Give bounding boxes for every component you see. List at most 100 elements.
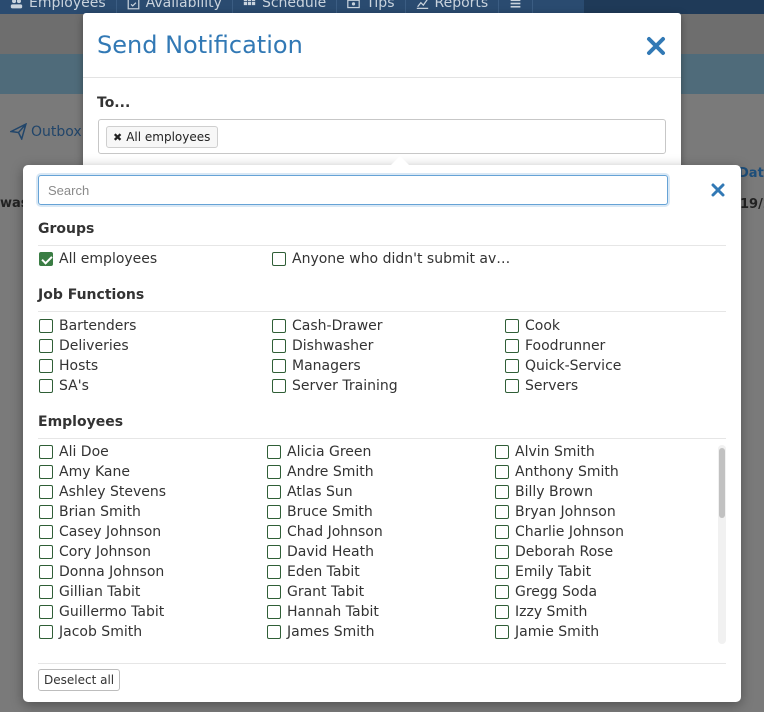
close-icon[interactable] bbox=[711, 183, 725, 197]
checkbox[interactable] bbox=[267, 485, 281, 499]
job-function-option[interactable]: SA's bbox=[39, 378, 89, 394]
checkbox[interactable] bbox=[267, 625, 281, 639]
checkbox[interactable] bbox=[39, 319, 53, 333]
employee-option[interactable]: Donna Johnson bbox=[39, 564, 164, 580]
employee-option[interactable]: Billy Brown bbox=[495, 484, 593, 500]
job-function-option[interactable]: Deliveries bbox=[39, 338, 129, 354]
employee-option[interactable]: Gregg Soda bbox=[495, 584, 597, 600]
job-function-option[interactable]: Dishwasher bbox=[272, 338, 373, 354]
checkbox[interactable] bbox=[272, 319, 286, 333]
checkbox[interactable] bbox=[39, 605, 53, 619]
checkbox[interactable] bbox=[495, 625, 509, 639]
employee-option[interactable]: Cory Johnson bbox=[39, 544, 151, 560]
employee-option[interactable]: David Heath bbox=[267, 544, 374, 560]
employee-option[interactable]: Amy Kane bbox=[39, 464, 130, 480]
employee-option[interactable]: Atlas Sun bbox=[267, 484, 353, 500]
job-function-option[interactable]: Server Training bbox=[272, 378, 398, 394]
employee-option[interactable]: Anthony Smith bbox=[495, 464, 619, 480]
employee-option[interactable]: Andre Smith bbox=[267, 464, 374, 480]
employee-option[interactable]: Izzy Smith bbox=[495, 604, 587, 620]
checkbox[interactable] bbox=[39, 505, 53, 519]
employee-option[interactable]: Charlie Johnson bbox=[495, 524, 624, 540]
employee-option[interactable]: Deborah Rose bbox=[495, 544, 613, 560]
checkbox[interactable] bbox=[495, 605, 509, 619]
checkbox[interactable] bbox=[272, 379, 286, 393]
checkbox[interactable] bbox=[272, 359, 286, 373]
deselect-all-button[interactable]: Deselect all bbox=[38, 669, 121, 691]
employee-option[interactable]: James Smith bbox=[267, 624, 374, 640]
group-option[interactable]: All employees bbox=[39, 251, 157, 267]
checkbox[interactable] bbox=[272, 339, 286, 353]
nav-employees[interactable]: Employees bbox=[0, 0, 117, 14]
employee-option[interactable]: Hannah Tabit bbox=[267, 604, 379, 620]
checkbox[interactable] bbox=[39, 565, 53, 579]
job-function-option[interactable]: Foodrunner bbox=[505, 338, 605, 354]
employee-option[interactable]: Jamie Smith bbox=[495, 624, 599, 640]
checkbox[interactable] bbox=[39, 625, 53, 639]
outbox-link[interactable]: Outbox bbox=[10, 123, 82, 140]
employee-option[interactable]: Brian Smith bbox=[39, 504, 141, 520]
remove-token-icon[interactable]: ✖ bbox=[113, 131, 122, 144]
checkbox[interactable] bbox=[495, 485, 509, 499]
nav-reports[interactable]: Reports bbox=[406, 0, 500, 14]
checkbox[interactable] bbox=[495, 585, 509, 599]
checkbox[interactable] bbox=[495, 445, 509, 459]
nav-availability[interactable]: Availability bbox=[117, 0, 233, 14]
scrollbar-thumb[interactable] bbox=[719, 448, 725, 518]
group-option[interactable]: Anyone who didn't submit av… bbox=[272, 251, 510, 267]
checkbox[interactable] bbox=[495, 525, 509, 539]
employee-option[interactable]: Grant Tabit bbox=[267, 584, 364, 600]
employee-option[interactable]: Casey Johnson bbox=[39, 524, 161, 540]
nav-tips[interactable]: Tips bbox=[337, 0, 406, 14]
checkbox[interactable] bbox=[39, 585, 53, 599]
employee-option[interactable]: Guillermo Tabit bbox=[39, 604, 164, 620]
checkbox[interactable] bbox=[39, 339, 53, 353]
employee-option[interactable]: Bruce Smith bbox=[267, 504, 373, 520]
recipients-field[interactable]: ✖ All employees bbox=[98, 119, 666, 154]
employee-option[interactable]: Alvin Smith bbox=[495, 444, 595, 460]
employee-option[interactable]: Bryan Johnson bbox=[495, 504, 616, 520]
checkbox[interactable] bbox=[267, 565, 281, 579]
checkbox[interactable] bbox=[267, 545, 281, 559]
checkbox[interactable] bbox=[267, 465, 281, 479]
checkbox[interactable] bbox=[495, 465, 509, 479]
job-function-option[interactable]: Managers bbox=[272, 358, 361, 374]
employee-option[interactable]: Ali Doe bbox=[39, 444, 109, 460]
checkbox[interactable] bbox=[505, 319, 519, 333]
employee-option[interactable]: Emily Tabit bbox=[495, 564, 591, 580]
job-function-option[interactable]: Bartenders bbox=[39, 318, 136, 334]
checkbox[interactable] bbox=[272, 252, 286, 266]
checkbox[interactable] bbox=[39, 525, 53, 539]
employee-option[interactable]: Chad Johnson bbox=[267, 524, 383, 540]
job-function-option[interactable]: Quick-Service bbox=[505, 358, 621, 374]
employees-scrollbar[interactable] bbox=[718, 445, 726, 644]
nav-more-menu[interactable] bbox=[499, 0, 534, 14]
checkbox[interactable] bbox=[267, 445, 281, 459]
checkbox[interactable] bbox=[267, 505, 281, 519]
employee-option[interactable]: Ashley Stevens bbox=[39, 484, 166, 500]
checkbox[interactable] bbox=[495, 505, 509, 519]
checkbox[interactable] bbox=[495, 565, 509, 579]
checkbox[interactable] bbox=[267, 585, 281, 599]
job-function-option[interactable]: Cook bbox=[505, 318, 560, 334]
employees-list[interactable]: Ali Doe Alicia Green Alvin Smith Amy Kane An… bbox=[38, 444, 726, 644]
checkbox[interactable] bbox=[505, 379, 519, 393]
close-icon[interactable] bbox=[645, 35, 667, 57]
checkbox-checked[interactable] bbox=[39, 252, 53, 266]
checkbox[interactable] bbox=[267, 525, 281, 539]
checkbox[interactable] bbox=[39, 465, 53, 479]
nav-schedule[interactable]: Schedule bbox=[233, 0, 338, 14]
checkbox[interactable] bbox=[505, 339, 519, 353]
job-function-option[interactable]: Cash-Drawer bbox=[272, 318, 383, 334]
job-function-option[interactable]: Servers bbox=[505, 378, 578, 394]
checkbox[interactable] bbox=[39, 445, 53, 459]
checkbox[interactable] bbox=[39, 359, 53, 373]
job-function-option[interactable]: Hosts bbox=[39, 358, 98, 374]
employee-option[interactable]: Eden Tabit bbox=[267, 564, 360, 580]
employee-option[interactable]: Alicia Green bbox=[267, 444, 371, 460]
employee-option[interactable]: Gillian Tabit bbox=[39, 584, 140, 600]
checkbox[interactable] bbox=[495, 545, 509, 559]
search-input[interactable] bbox=[38, 175, 668, 205]
checkbox[interactable] bbox=[39, 545, 53, 559]
checkbox[interactable] bbox=[39, 485, 53, 499]
